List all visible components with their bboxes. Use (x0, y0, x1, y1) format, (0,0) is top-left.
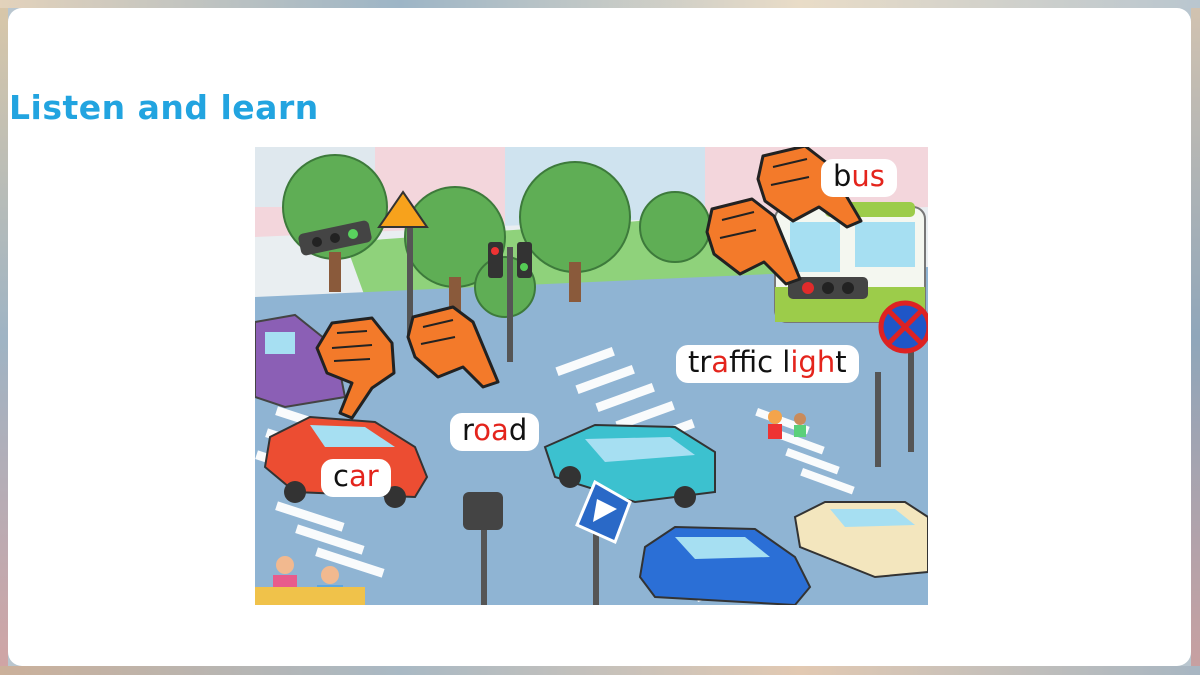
label-traffic-light-part: tr (688, 345, 712, 379)
slide-title: Listen and learn (9, 88, 319, 127)
street-scene-illustration: road car bus traffic light (255, 147, 928, 605)
background-top-strip (0, 0, 1200, 8)
label-traffic-light-highlight: a (711, 345, 730, 379)
label-bus: bus (821, 159, 897, 197)
label-road-part: r (462, 413, 474, 447)
label-bus-highlight: us (851, 159, 885, 193)
background-left-strip (0, 0, 8, 675)
label-traffic-light-part: c l (757, 345, 791, 379)
pointing-hand-icon (315, 316, 396, 420)
background-bottom-strip (0, 666, 1200, 675)
label-traffic-light-part: ff (729, 345, 758, 379)
label-road-part: d (508, 413, 528, 447)
background-right-strip (1191, 0, 1200, 675)
label-car: car (321, 459, 391, 497)
label-bus-part: b (833, 159, 852, 193)
label-traffic-light: traffic light (676, 345, 859, 383)
label-car-part: c (333, 459, 349, 493)
label-car-highlight: ar (348, 459, 379, 493)
label-traffic-light-part: t (835, 345, 847, 379)
label-road-highlight: oa (473, 413, 509, 447)
label-road: road (450, 413, 540, 451)
label-traffic-light-highlight: igh (790, 345, 836, 379)
pointing-hand-icon (406, 305, 500, 389)
